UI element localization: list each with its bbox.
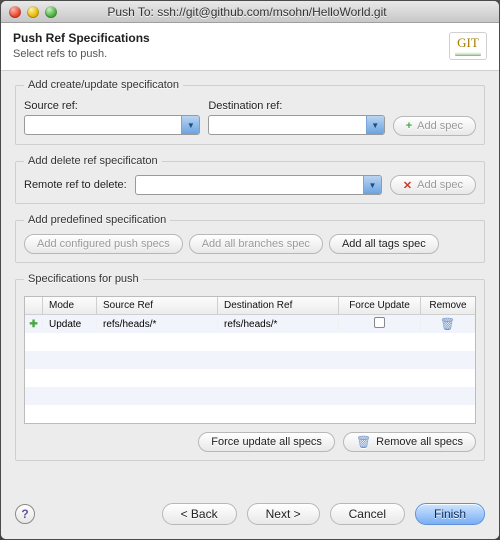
specs-table: Mode Source Ref Destination Ref Force Up…	[24, 296, 476, 424]
remote-ref-combo[interactable]: ▼	[135, 175, 382, 195]
dropdown-arrow-icon[interactable]: ▼	[366, 116, 384, 134]
section-predefined: Add predefined specification Add configu…	[15, 214, 485, 263]
remote-ref-input[interactable]	[136, 176, 363, 194]
col-dest[interactable]: Destination Ref	[218, 297, 339, 314]
add-configured-push-button[interactable]: Add configured push specs	[24, 234, 183, 254]
section-create-update: Add create/update specificaton Source re…	[15, 79, 485, 145]
cell-source: refs/heads/*	[97, 319, 218, 330]
window-title: Push To: ssh://git@github.com/msohn/Hell…	[63, 5, 431, 19]
plus-icon: +	[406, 120, 412, 132]
titlebar: Push To: ssh://git@github.com/msohn/Hell…	[1, 1, 499, 23]
trash-icon: 🗑	[356, 435, 371, 449]
add-delete-spec-button[interactable]: ✕ Add spec	[390, 175, 476, 195]
page-subtitle: Select refs to push.	[13, 48, 150, 60]
remove-all-specs-button[interactable]: 🗑 Remove all specs	[343, 432, 476, 452]
trash-icon[interactable]: 🗑	[440, 317, 455, 331]
git-logo-icon: GIT	[449, 32, 487, 60]
add-all-branches-button[interactable]: Add all branches spec	[189, 234, 323, 254]
section-specs-legend: Specifications for push	[24, 273, 143, 285]
minimize-window-button[interactable]	[27, 6, 39, 18]
zoom-window-button[interactable]	[45, 6, 57, 18]
dest-ref-input[interactable]	[209, 116, 365, 134]
table-row[interactable]: ✚ Update refs/heads/* refs/heads/* 🗑	[25, 315, 475, 333]
table-header-row: Mode Source Ref Destination Ref Force Up…	[25, 297, 475, 315]
source-ref-label: Source ref:	[24, 100, 200, 112]
dest-ref-combo[interactable]: ▼	[208, 115, 384, 135]
col-source[interactable]: Source Ref	[97, 297, 218, 314]
section-predef-legend: Add predefined specification	[24, 214, 170, 226]
col-mode[interactable]: Mode	[43, 297, 97, 314]
page-title: Push Ref Specifications	[13, 31, 150, 45]
dialog-window: Push To: ssh://git@github.com/msohn/Hell…	[0, 0, 500, 540]
cell-force[interactable]	[339, 317, 421, 331]
force-update-checkbox[interactable]	[374, 317, 385, 328]
section-create-legend: Add create/update specificaton	[24, 79, 183, 91]
source-ref-input[interactable]	[25, 116, 181, 134]
add-all-tags-button[interactable]: Add all tags spec	[329, 234, 439, 254]
wizard-footer: ? < Back Next > Cancel Finish	[1, 493, 499, 539]
next-button[interactable]: Next >	[247, 503, 320, 525]
close-window-button[interactable]	[9, 6, 21, 18]
col-force[interactable]: Force Update	[339, 297, 421, 314]
table-body: ✚ Update refs/heads/* refs/heads/* 🗑	[25, 315, 475, 423]
cell-mode: Update	[43, 319, 97, 330]
col-remove[interactable]: Remove	[421, 297, 475, 314]
dest-ref-label: Destination ref:	[208, 100, 384, 112]
force-update-all-button[interactable]: Force update all specs	[198, 432, 335, 452]
add-create-spec-button[interactable]: + Add spec	[393, 116, 476, 136]
window-controls	[9, 6, 57, 18]
section-specs: Specifications for push Mode Source Ref …	[15, 273, 485, 461]
finish-button[interactable]: Finish	[415, 503, 485, 525]
section-delete: Add delete ref specificaton Remote ref t…	[15, 155, 485, 204]
dropdown-arrow-icon[interactable]: ▼	[363, 176, 381, 194]
cell-remove[interactable]: 🗑	[421, 317, 475, 331]
wizard-header: Push Ref Specifications Select refs to p…	[1, 23, 499, 71]
section-delete-legend: Add delete ref specificaton	[24, 155, 162, 167]
x-icon: ✕	[403, 179, 412, 192]
help-button[interactable]: ?	[15, 504, 35, 524]
cancel-button[interactable]: Cancel	[330, 503, 405, 525]
dropdown-arrow-icon[interactable]: ▼	[181, 116, 199, 134]
source-ref-combo[interactable]: ▼	[24, 115, 200, 135]
back-button[interactable]: < Back	[162, 503, 237, 525]
remote-ref-label: Remote ref to delete:	[24, 179, 127, 191]
plus-icon: ✚	[29, 319, 37, 330]
cell-dest: refs/heads/*	[218, 319, 339, 330]
